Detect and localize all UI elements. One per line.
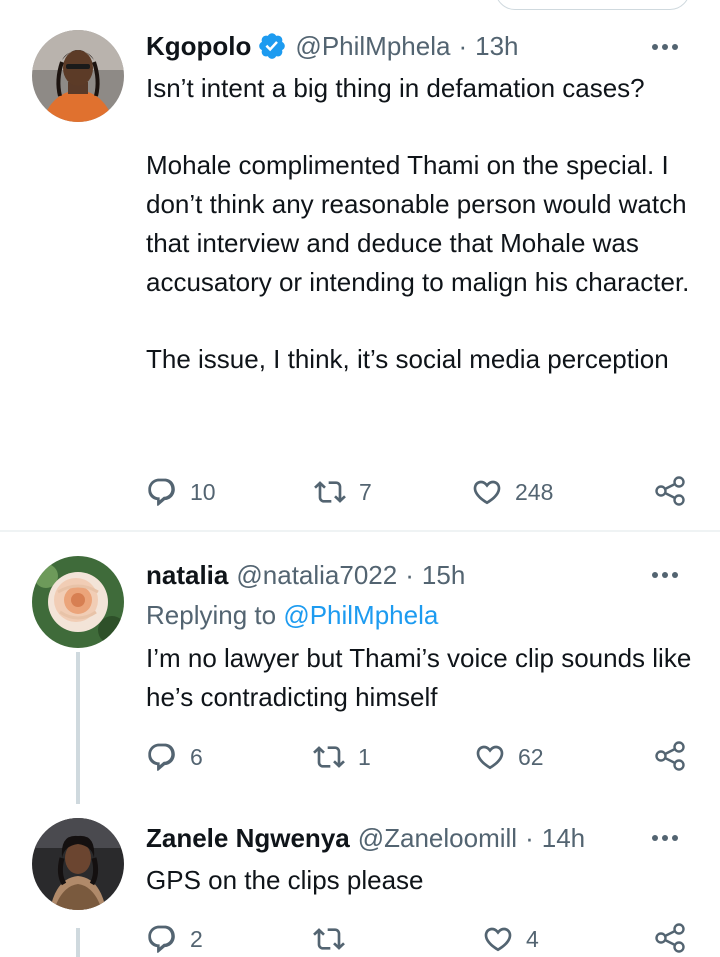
like-count: 248 [515,478,554,505]
share-button[interactable] [653,474,687,508]
avatar[interactable] [32,556,124,648]
author-handle[interactable]: @natalia7022 [236,560,397,591]
share-icon [655,741,685,771]
avatar[interactable] [32,30,124,122]
reply-icon [148,478,175,506]
more-icon[interactable] [652,44,678,50]
timestamp[interactable]: 13h [475,31,518,62]
thread-line [76,652,80,804]
tweet-text: I’m no lawyer but Thami’s voice clip sou… [146,643,692,712]
tweet-header: Zanele Ngwenya @Zaneloomill · 14h [146,818,585,858]
more-icon[interactable] [652,835,678,841]
separator-dot: · [525,822,534,853]
reply-button[interactable]: 10 [146,476,216,508]
heart-icon [484,927,512,952]
reply-count: 2 [190,925,203,952]
reply-count: 6 [190,743,203,770]
share-button[interactable] [653,739,687,773]
reply-icon [148,925,175,953]
retweet-button[interactable] [312,923,358,955]
share-icon [655,923,685,953]
heart-icon [473,480,501,505]
tweet-text: GPS on the clips please [146,865,424,895]
verified-badge-icon [257,31,287,61]
share-icon [655,476,685,506]
author-name[interactable]: Zanele Ngwenya [146,823,350,854]
author-name[interactable]: natalia [146,560,228,591]
replying-mention[interactable]: @PhilMphela [283,600,438,630]
retweet-icon [313,928,345,950]
tweet-natalia[interactable]: natalia @natalia7022 · 15h Replying to @… [0,532,720,804]
timestamp[interactable]: 15h [422,560,465,591]
retweet-count: 1 [358,743,371,770]
tweet-kgopolo[interactable]: Kgopolo @PhilMphela · 13h Isn’t intent a… [0,0,720,530]
thread-line [76,928,80,957]
like-button[interactable]: 248 [471,476,553,508]
tweet-zanele[interactable]: Zanele Ngwenya @Zaneloomill · 14h GPS on… [0,804,720,957]
reply-count: 10 [190,478,216,505]
retweet-button[interactable]: 1 [312,741,371,773]
heart-icon [476,745,504,770]
share-button[interactable] [653,921,687,955]
reply-button[interactable]: 2 [146,923,203,955]
tweet-paragraph: Mohale complimented Thami on the special… [146,150,690,297]
author-handle[interactable]: @PhilMphela [295,31,450,62]
separator-dot: · [458,30,468,61]
tweet-paragraph: The issue, I think, it’s social media pe… [146,344,669,374]
separator-dot: · [405,559,414,590]
tweet-paragraph: Isn’t intent a big thing in defamation c… [146,73,645,103]
author-handle[interactable]: @Zaneloomill [358,823,517,854]
reply-button[interactable]: 6 [146,741,203,773]
like-button[interactable]: 4 [482,923,539,955]
avatar[interactable] [32,818,124,910]
author-name[interactable]: Kgopolo [146,31,251,62]
tweet-header: Kgopolo @PhilMphela · 13h [146,26,519,66]
retweet-count: 7 [359,478,372,505]
tweet-header: natalia @natalia7022 · 15h [146,555,465,595]
replying-to: Replying to @PhilMphela [146,600,438,631]
like-count: 62 [518,743,544,770]
retweet-icon [314,481,346,503]
reply-icon [148,743,175,771]
like-button[interactable]: 62 [474,741,544,773]
replying-prefix: Replying to [146,600,277,630]
more-icon[interactable] [652,572,678,578]
tweet-text: Isn’t intent a big thing in defamation c… [146,69,706,379]
timestamp[interactable]: 14h [542,823,585,854]
like-count: 4 [526,925,539,952]
retweet-icon [313,746,345,768]
retweet-button[interactable]: 7 [313,476,372,508]
